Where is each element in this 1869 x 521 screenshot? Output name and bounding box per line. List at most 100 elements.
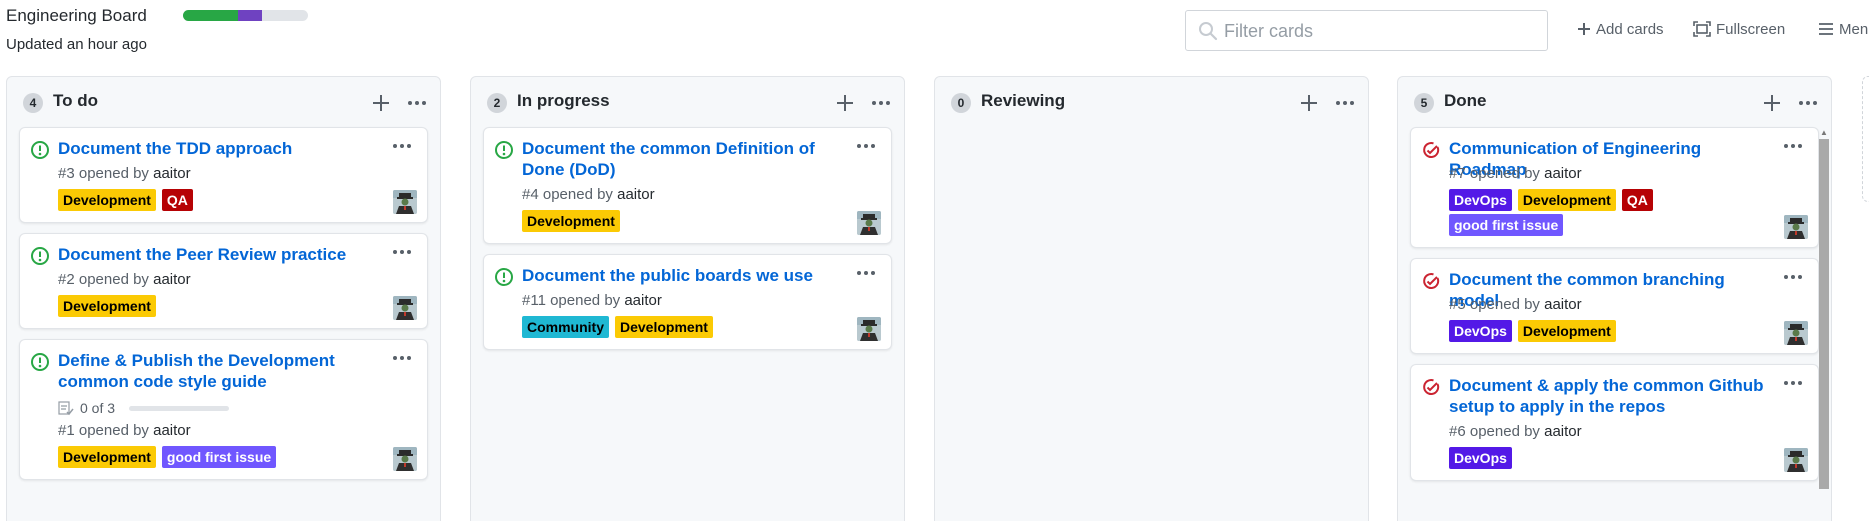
issue-label[interactable]: DevOps: [1449, 447, 1512, 469]
card-count-badge: 2: [487, 93, 507, 113]
column-more-options-icon[interactable]: [1334, 92, 1356, 114]
avatar-image: [393, 296, 417, 320]
issue-label[interactable]: Development: [615, 316, 713, 338]
fullscreen-button[interactable]: Fullscreen: [1693, 17, 1785, 41]
issue-number: #5: [1449, 296, 1466, 313]
closed-issue-icon: [1423, 142, 1440, 158]
board-progress-bar: [183, 10, 308, 21]
assignee-avatar[interactable]: [1784, 321, 1808, 345]
card-more-options-icon[interactable]: [391, 350, 413, 366]
issue-label[interactable]: DevOps: [1449, 320, 1512, 342]
opened-by-text: opened by: [78, 422, 149, 439]
issue-number: #7: [1449, 165, 1466, 182]
column-more-options-icon[interactable]: [870, 92, 892, 114]
issue-label[interactable]: QA: [1621, 189, 1653, 211]
author-link[interactable]: aaitor: [1544, 296, 1582, 313]
open-issue-icon: [495, 141, 513, 159]
card-more-options-icon[interactable]: [391, 244, 413, 260]
author-link[interactable]: aaitor: [617, 186, 655, 203]
issue-label[interactable]: good first issue: [1449, 214, 1564, 236]
checklist-count: 0 of 3: [80, 400, 116, 416]
issue-label[interactable]: Community: [522, 316, 609, 338]
column-scrollbar[interactable]: ▲: [1816, 129, 1830, 521]
add-cards-button[interactable]: Add cards: [1577, 17, 1664, 41]
issue-card[interactable]: Document the Peer Review practice #2 open…: [19, 233, 428, 329]
assignee-avatar[interactable]: [1784, 448, 1808, 472]
issue-label[interactable]: DevOps: [1449, 189, 1512, 211]
author-link[interactable]: aaitor: [1544, 165, 1582, 182]
issue-card[interactable]: Communication of Engineering Roadmap #7 o…: [1410, 127, 1819, 248]
issue-title-link[interactable]: Document & apply the common Github setup…: [1449, 375, 1769, 417]
issue-title-link[interactable]: Document the public boards we use: [522, 265, 842, 286]
card-more-options-icon[interactable]: [1782, 138, 1804, 154]
task-checklist-progress: 0 of 3: [58, 400, 230, 416]
filter-cards-field[interactable]: [1185, 10, 1548, 51]
avatar-image: [393, 447, 417, 471]
card-more-options-icon[interactable]: [1782, 375, 1804, 391]
issue-card[interactable]: Document the common Definition of Done (…: [483, 127, 892, 244]
issue-title-link[interactable]: Document the Peer Review practice: [58, 244, 378, 265]
card-more-options-icon[interactable]: [855, 265, 877, 281]
add-cards-label: Add cards: [1596, 20, 1664, 38]
add-card-plus-icon[interactable]: [1298, 92, 1320, 114]
author-link[interactable]: aaitor: [624, 292, 662, 309]
add-card-plus-icon[interactable]: [370, 92, 392, 114]
scroll-up-arrow-icon[interactable]: ▲: [1819, 129, 1829, 137]
issue-label[interactable]: Development: [522, 210, 620, 232]
card-more-options-icon[interactable]: [855, 138, 877, 154]
assignee-avatar[interactable]: [393, 447, 417, 471]
issue-label[interactable]: Development: [58, 189, 156, 211]
assignee-avatar[interactable]: [857, 211, 881, 235]
column-to-do: 4 To do Document the TDD approach #3 opened…: [6, 76, 441, 521]
column-header: 0 Reviewing: [935, 77, 1368, 127]
assignee-avatar[interactable]: [1784, 215, 1808, 239]
issue-label[interactable]: Development: [58, 446, 156, 468]
issue-title-link[interactable]: Document the TDD approach: [58, 138, 378, 159]
progress-done-segment: [183, 10, 238, 21]
card-count-badge: 0: [951, 93, 971, 113]
add-column-placeholder[interactable]: [1862, 76, 1869, 202]
scrollbar-thumb[interactable]: [1819, 139, 1829, 489]
issue-card[interactable]: Document the common branching model #5 op…: [1410, 258, 1819, 354]
column-title: Reviewing: [981, 91, 1066, 110]
column-header: 5 Done: [1398, 77, 1831, 127]
issue-label[interactable]: good first issue: [161, 446, 277, 468]
author-link[interactable]: aaitor: [153, 271, 191, 288]
checklist-bar: [129, 405, 230, 411]
plus-icon: [1578, 23, 1590, 35]
card-more-options-icon[interactable]: [1782, 269, 1804, 285]
author-link[interactable]: aaitor: [153, 422, 191, 439]
issue-label[interactable]: Development: [1517, 320, 1616, 342]
issue-title-link[interactable]: Document the common Definition of Done (…: [522, 138, 842, 180]
column-in-progress: 2 In progress Document the common Definiti…: [470, 76, 905, 521]
issue-label[interactable]: Development: [58, 295, 156, 317]
add-card-plus-icon[interactable]: [834, 92, 856, 114]
card-more-options-icon[interactable]: [391, 138, 413, 154]
progress-in-progress-segment: [238, 10, 262, 21]
issue-label[interactable]: Development: [1517, 189, 1616, 211]
opened-by-text: opened by: [78, 271, 149, 288]
assignee-avatar[interactable]: [857, 317, 881, 341]
issue-label[interactable]: QA: [161, 189, 193, 211]
column-more-options-icon[interactable]: [1797, 92, 1819, 114]
menu-button[interactable]: Menu: [1818, 17, 1869, 41]
issue-card[interactable]: Document & apply the common Github setup…: [1410, 364, 1819, 481]
issue-card[interactable]: Document the public boards we use #11 ope…: [483, 254, 892, 350]
column-more-options-icon[interactable]: [406, 92, 428, 114]
issue-labels: DevOps Development QA: [1449, 189, 1653, 211]
issue-card[interactable]: Document the TDD approach #3 opened by aa…: [19, 127, 428, 223]
issue-title-link[interactable]: Define & Publish the Development common …: [58, 350, 378, 392]
open-issue-icon: [495, 268, 513, 286]
issue-card[interactable]: Define & Publish the Development common …: [19, 339, 428, 480]
add-card-plus-icon[interactable]: [1761, 92, 1783, 114]
issue-number: #3: [58, 165, 75, 182]
filter-cards-input[interactable]: [1224, 17, 1534, 45]
assignee-avatar[interactable]: [393, 296, 417, 320]
author-link[interactable]: aaitor: [153, 165, 191, 182]
assignee-avatar[interactable]: [393, 190, 417, 214]
issue-meta: #7 opened by aaitor: [1449, 165, 1582, 182]
open-issue-icon: [31, 247, 49, 265]
author-link[interactable]: aaitor: [1544, 423, 1582, 440]
column-title: To do: [53, 91, 98, 110]
opened-by-text: opened by: [550, 292, 621, 309]
